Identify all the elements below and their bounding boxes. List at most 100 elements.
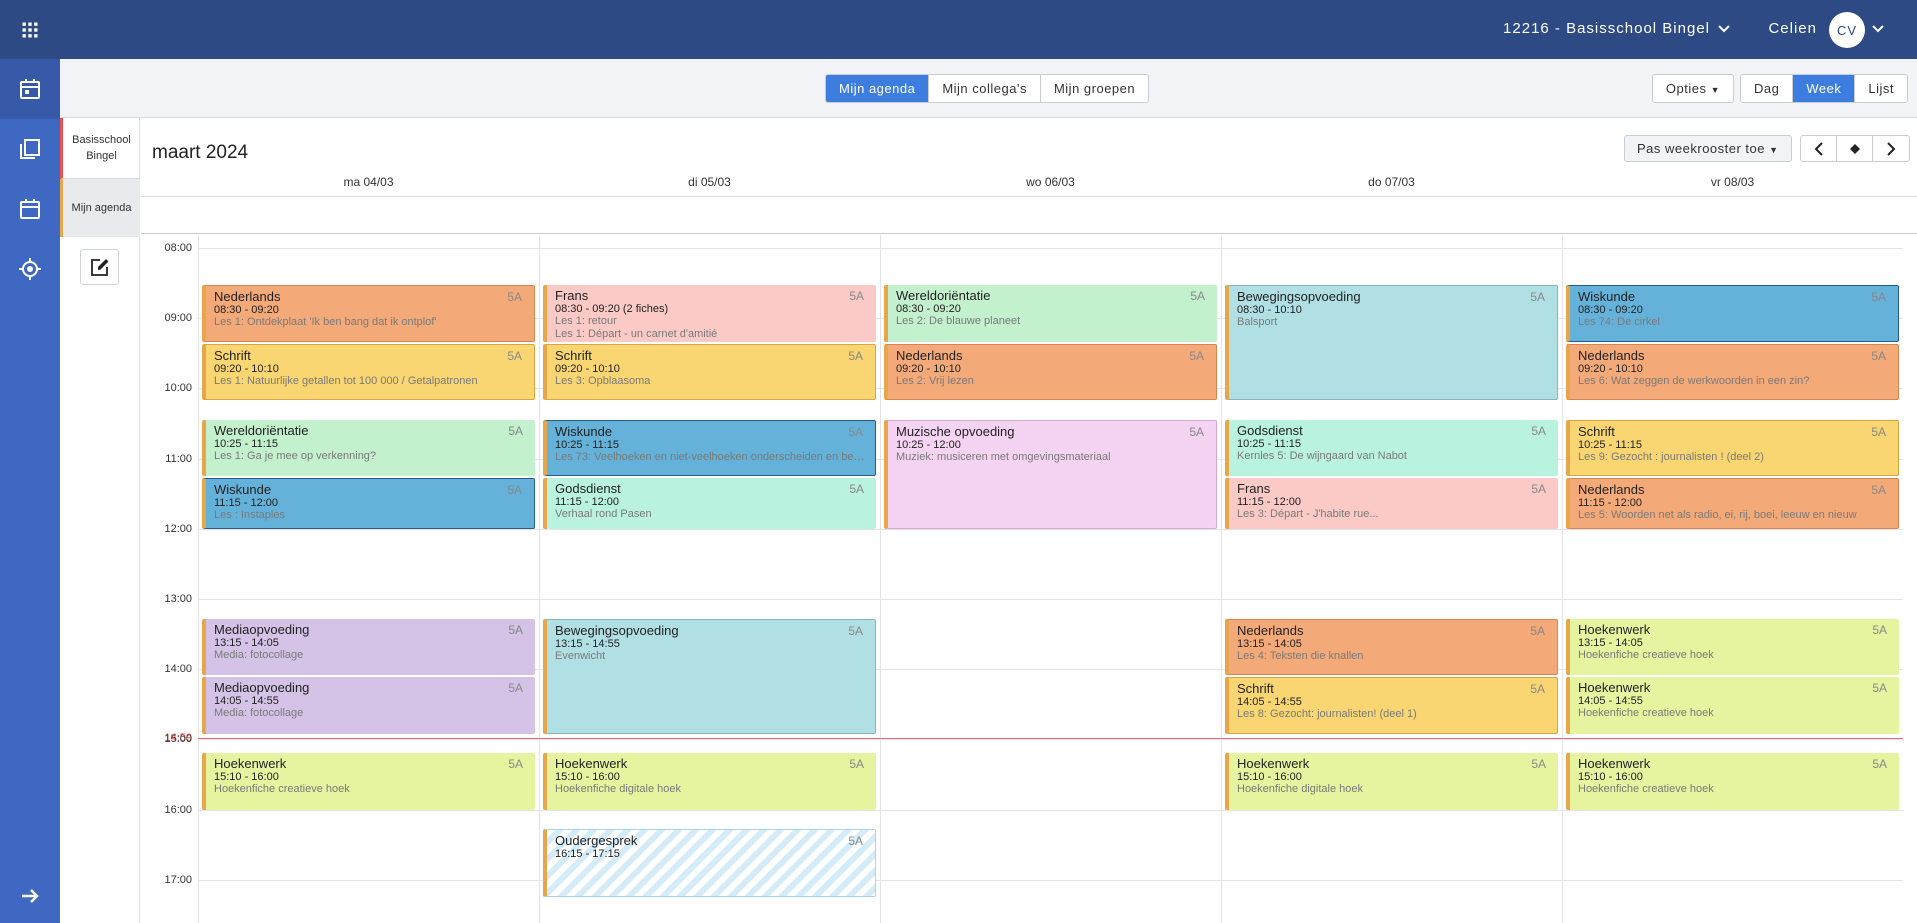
calendar-event[interactable]: Hoekenwerk 5A 15:10 - 16:00 Hoekenfiche dig… — [543, 753, 876, 810]
week-grid[interactable]: 14:59 08:00 09:00 10:00 11:00 12:00 13:00 14:0… — [141, 235, 1903, 923]
calendar-event[interactable]: Nederlands 5A 13:15 - 14:05 Les 4: Teksten … — [1225, 618, 1558, 676]
event-description: Les 4: Teksten die knallen — [1237, 649, 1364, 662]
event-description: Les 3: Opblaasoma — [555, 374, 651, 387]
sidebar-item-agenda[interactable]: Mijn agenda — [60, 179, 140, 237]
chevron-down-icon[interactable] — [1871, 22, 1885, 36]
apply-week-schedule-button[interactable]: Pas weekrooster toe ▼ — [1624, 135, 1792, 162]
event-title: Wiskunde — [1578, 289, 1636, 305]
calendar-event[interactable]: Schrift 5A 09:20 - 10:10 Les 3: Opblaasoma — [543, 343, 876, 401]
event-group: 5A — [1872, 681, 1887, 696]
event-description: Kernles 5: De wijngaard van Nabot — [1237, 449, 1407, 462]
event-title: Nederlands — [1237, 622, 1304, 638]
calendar-event[interactable]: Oudergesprek 5A 16:15 - 17:15 — [543, 829, 876, 898]
event-time: 14:05 - 14:55 — [1578, 695, 1643, 708]
event-group: 5A — [849, 482, 864, 497]
sidebar-item-school[interactable]: Basisschool Bingel — [60, 118, 140, 179]
event-description: Les 2: Vrij lezen — [896, 374, 974, 387]
event-description: Les : Instaples — [214, 509, 285, 522]
calendar-event[interactable]: Wereldoriëntatie 5A 08:30 - 09:20 Les 2: De… — [884, 285, 1217, 342]
options-dropdown[interactable]: Opties ▼ — [1651, 74, 1734, 103]
hour-line — [198, 599, 1903, 600]
nav-agenda-button[interactable] — [0, 59, 60, 119]
tab-mijn-agenda[interactable]: Mijn agenda — [826, 75, 930, 102]
event-title: Hoekenwerk — [214, 756, 287, 772]
calendar-event[interactable]: Schrift 5A 09:20 - 10:10 Les 1: Natuurlijke… — [202, 343, 535, 401]
user-name[interactable]: Celien — [1768, 20, 1817, 37]
event-group: 5A — [1531, 757, 1546, 772]
edit-button[interactable] — [80, 249, 119, 285]
calendar-event[interactable]: Schrift 5A 10:25 - 11:15 Les 9: Gezocht : j… — [1566, 419, 1899, 477]
event-title: Oudergesprek — [555, 833, 638, 849]
calendar-event[interactable]: Wiskunde 5A 10:25 - 11:15 Les 73: Veelhoeke… — [543, 419, 876, 477]
event-title: Nederlands — [896, 347, 963, 363]
event-time: 11:15 - 12:00 — [1237, 496, 1302, 509]
nav-target-button[interactable] — [0, 239, 60, 299]
event-group: 5A — [848, 834, 863, 849]
event-description: Les 1: retour — [555, 315, 617, 328]
event-time: 10:25 - 11:15 — [1237, 437, 1302, 450]
calendar-event[interactable]: Hoekenwerk 5A 13:15 - 14:05 Hoekenfiche cre… — [1566, 618, 1899, 676]
prev-week-button[interactable] — [1801, 136, 1837, 161]
day-header: ma 04/03 — [343, 175, 394, 189]
calendar-event[interactable]: Hoekenwerk 5A 15:10 - 16:00 Hoekenfiche dig… — [1225, 753, 1558, 810]
calendar-event[interactable]: Godsdienst 5A 11:15 - 12:00 Verhaal rond Pa… — [543, 478, 876, 529]
calendar-icon — [20, 79, 40, 99]
event-description: Les 5: Woorden net als radio, ei, rij, b… — [1578, 509, 1857, 522]
event-time: 11:15 - 12:00 — [555, 496, 620, 509]
event-title: Mediaopvoeding — [214, 621, 310, 637]
nav-planning-button[interactable] — [0, 179, 60, 239]
next-week-button[interactable] — [1873, 136, 1909, 161]
tab-lijst[interactable]: Lijst — [1855, 75, 1907, 102]
calendar-event[interactable]: Frans 5A 08:30 - 09:20 (2 fiches) Les 1: re… — [543, 285, 876, 342]
nav-library-button[interactable] — [0, 119, 60, 179]
event-group: 5A — [848, 623, 863, 638]
hour-label: 12:00 — [164, 522, 192, 535]
calendar-event[interactable]: Bewegingsopvoeding 5A 08:30 - 10:10 Balspor… — [1225, 285, 1558, 401]
tab-mijn-collegas[interactable]: Mijn collega's — [929, 75, 1041, 102]
calendar-event[interactable]: Hoekenwerk 5A 15:10 - 16:00 Hoekenfiche cre… — [202, 753, 535, 810]
calendar-event[interactable]: Frans 5A 11:15 - 12:00 Les 3: Départ - J'ha… — [1225, 478, 1558, 529]
calendar-event[interactable]: Nederlands 5A 11:15 - 12:00 Les 5: Woorden … — [1566, 478, 1899, 529]
school-selector[interactable]: 12216 - Basisschool Bingel — [1503, 20, 1710, 37]
event-title: Schrift — [1237, 681, 1274, 697]
hour-label: 11:00 — [165, 452, 192, 465]
event-title: Schrift — [555, 347, 592, 363]
tab-mijn-groepen[interactable]: Mijn groepen — [1040, 75, 1149, 102]
arrow-right-icon — [22, 889, 39, 903]
hour-label: 10:00 — [164, 382, 192, 395]
expand-nav-button[interactable] — [0, 866, 60, 923]
today-button[interactable] — [1837, 136, 1873, 161]
tab-dag[interactable]: Dag — [1741, 75, 1794, 102]
calendar-event[interactable]: Mediaopvoeding 5A 14:05 - 14:55 Media: foto… — [202, 677, 535, 734]
event-group: 5A — [508, 423, 523, 438]
calendar-event[interactable]: Nederlands 5A 09:20 - 10:10 Les 6: Wat zegg… — [1566, 343, 1899, 401]
event-time: 13:15 - 14:55 — [555, 637, 620, 650]
calendar-event[interactable]: Muzische opvoeding 5A 10:25 - 12:00 Muziek:… — [884, 419, 1217, 529]
calendar-event[interactable]: Nederlands 5A 09:20 - 10:10 Les 2: Vrij lez… — [884, 343, 1217, 401]
event-group: 5A — [507, 348, 522, 363]
event-title: Godsdienst — [555, 481, 621, 497]
avatar[interactable]: CV — [1829, 12, 1865, 48]
target-icon — [19, 258, 41, 280]
apps-button[interactable] — [0, 0, 60, 59]
calendar-event[interactable]: Mediaopvoeding 5A 13:15 - 14:05 Media: foto… — [202, 618, 535, 676]
event-group: 5A — [507, 483, 522, 498]
tab-week[interactable]: Week — [1793, 75, 1856, 102]
all-day-row[interactable] — [141, 196, 1917, 234]
calendar-event[interactable]: Wiskunde 5A 08:30 - 09:20 Les 74: De cirkel — [1566, 285, 1899, 342]
calendar-event[interactable]: Nederlands 5A 08:30 - 09:20 Les 1: Ontdekpl… — [202, 285, 535, 342]
calendar-event[interactable]: Wereldoriëntatie 5A 10:25 - 11:15 Les 1: Ga… — [202, 419, 535, 477]
chevron-down-icon[interactable] — [1717, 22, 1731, 36]
event-group: 5A — [1530, 290, 1545, 305]
calendar-event[interactable]: Bewegingsopvoeding 5A 13:15 - 14:55 Evenwic… — [543, 618, 876, 734]
calendar-event[interactable]: Hoekenwerk 5A 14:05 - 14:55 Hoekenfiche cre… — [1566, 677, 1899, 734]
event-time: 09:20 - 10:10 — [555, 362, 620, 375]
event-description: Les 1: Ga je mee op verkenning? — [214, 449, 377, 462]
calendar-event[interactable]: Schrift 5A 14:05 - 14:55 Les 8: Gezocht: jo… — [1225, 677, 1558, 734]
event-group: 5A — [1871, 290, 1886, 305]
calendar-event[interactable]: Hoekenwerk 5A 15:10 - 16:00 Hoekenfiche cre… — [1566, 753, 1899, 810]
calendar-event[interactable]: Wiskunde 5A 11:15 - 12:00 Les : Instaples — [202, 478, 535, 529]
calendar-event[interactable]: Godsdienst 5A 10:25 - 11:15 Kernles 5: De w… — [1225, 419, 1558, 477]
event-description: Les 1: Ontdekplaat 'Ik ben bang dat ik o… — [214, 316, 437, 329]
event-time: 16:15 - 17:15 — [555, 848, 620, 861]
